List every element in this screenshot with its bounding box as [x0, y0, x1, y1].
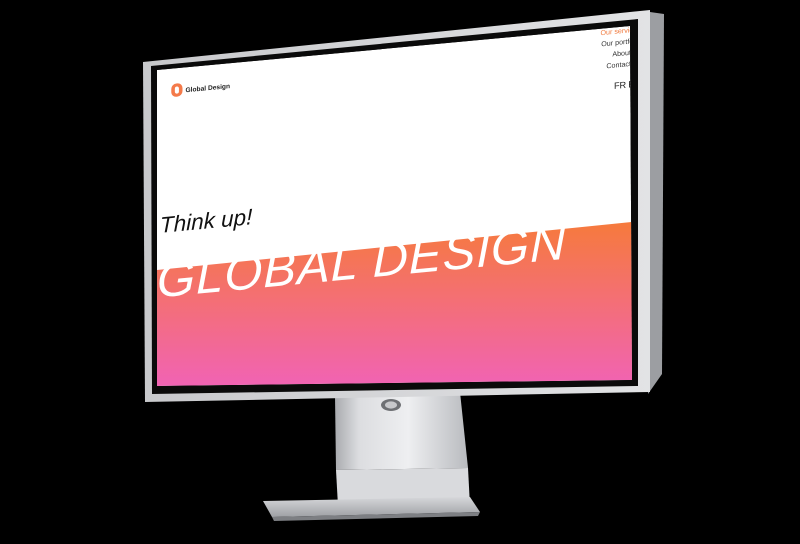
- scene: Global Design Our services Our portfolio…: [0, 0, 800, 544]
- website-screen: Global Design Our services Our portfolio…: [157, 26, 632, 386]
- lang-fr[interactable]: FR: [614, 80, 627, 91]
- monitor-stand: [263, 392, 480, 521]
- monitor-illustration: Global Design Our services Our portfolio…: [143, 10, 664, 521]
- logo-mark-inner: [174, 86, 179, 94]
